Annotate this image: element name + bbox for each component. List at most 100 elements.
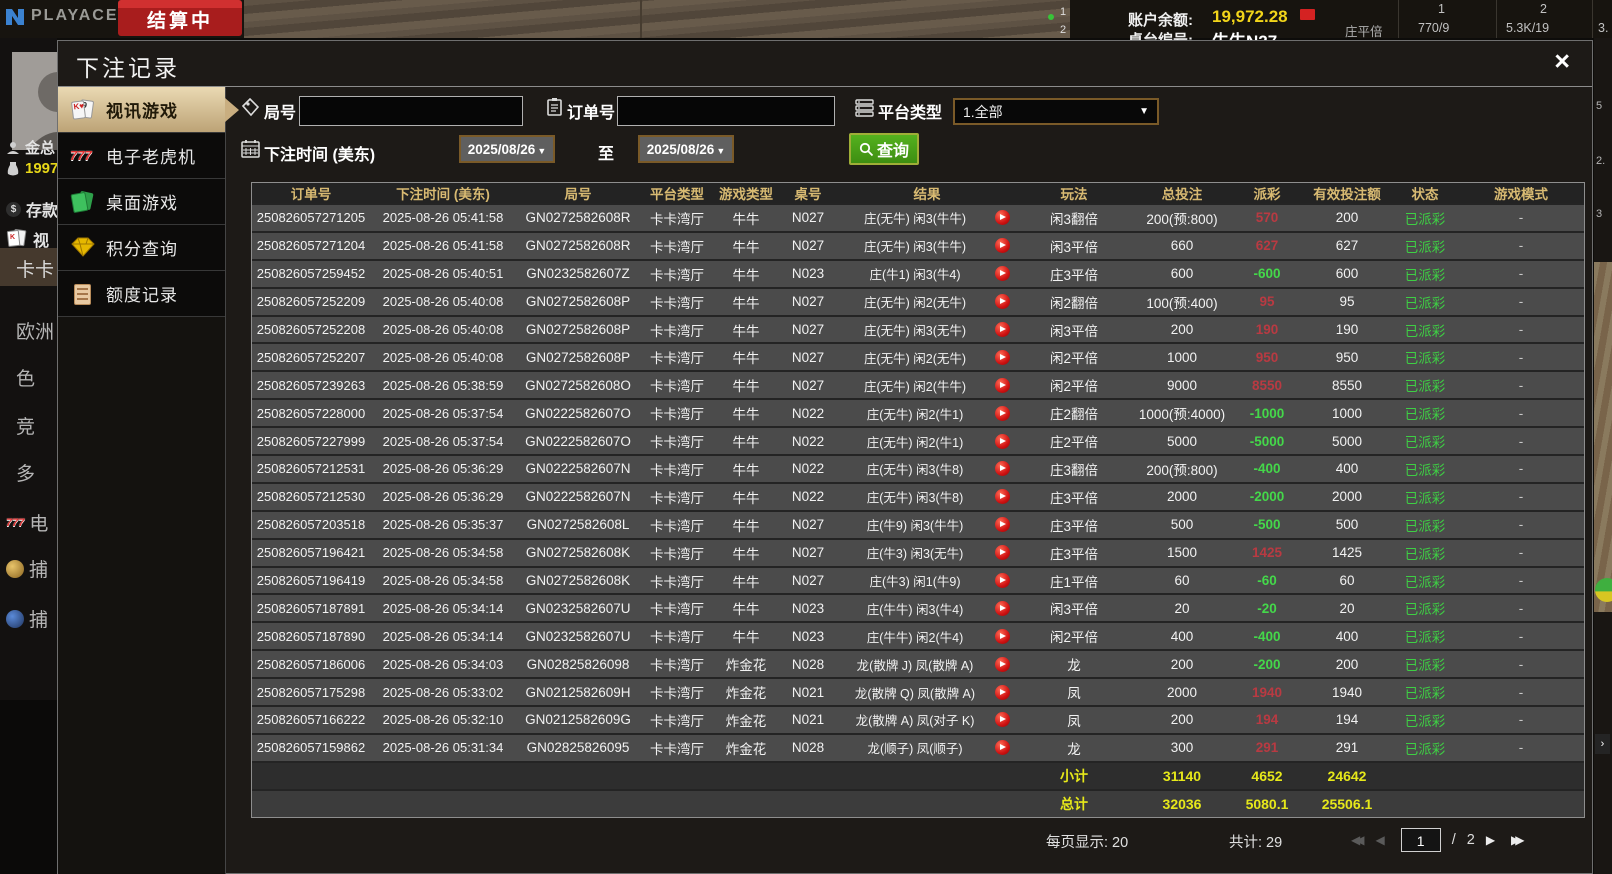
row-marker-2: 2	[1060, 24, 1066, 36]
cell-time: 2025-08-26 05:37:54	[370, 434, 516, 449]
cell-table_no: N027	[778, 378, 838, 393]
first-page-icon[interactable]: ◀◀	[1351, 833, 1364, 847]
cell-total_bet: 2000	[1132, 489, 1232, 504]
table-row: 2508260572035182025-08-26 05:35:37GN0272…	[252, 510, 1584, 538]
column-header: 桌号	[778, 183, 838, 203]
slots-icon: 777	[70, 144, 97, 168]
cell-order: 250826057252209	[252, 294, 370, 309]
order-label: 订单号	[567, 99, 615, 123]
cell-order: 250826057228000	[252, 406, 370, 421]
cell-play_type: 庄3平倍	[1016, 515, 1132, 535]
play-video-icon[interactable]	[995, 740, 1010, 755]
cell-total_bet: 600	[1132, 266, 1232, 281]
cell-order: 250826057196419	[252, 573, 370, 588]
menu-video-games[interactable]: 9 K♥ 视讯游戏	[58, 87, 225, 133]
cell-table_no: N023	[778, 266, 838, 281]
play-video-icon[interactable]	[995, 266, 1010, 281]
cell-game: 炸金花	[714, 654, 778, 674]
next-page-icon[interactable]: ▶	[1486, 833, 1500, 847]
play-video-icon[interactable]	[995, 517, 1010, 532]
cell-round: GN0232582607Z	[516, 266, 640, 281]
cell-mode: -	[1458, 601, 1584, 616]
cell-payout: 190	[1232, 322, 1302, 337]
prev-page-icon[interactable]: ◀	[1375, 833, 1389, 847]
platform-label: 平台类型	[878, 99, 942, 123]
cell-result: 庄(无牛) 闲2(牛牛)	[838, 376, 1016, 395]
column-header: 有效投注额	[1302, 183, 1392, 203]
play-video-icon[interactable]	[995, 601, 1010, 616]
play-video-icon[interactable]	[995, 629, 1010, 644]
cell-order: 250826057175298	[252, 685, 370, 700]
cell-valid_bet: 190	[1302, 322, 1392, 337]
play-video-icon[interactable]	[995, 406, 1010, 421]
menu-quota-records[interactable]: 额度记录	[58, 271, 225, 317]
menu-slots[interactable]: 777 电子老虎机	[58, 133, 225, 179]
cell-game: 牛牛	[714, 543, 778, 563]
cell-mode: -	[1458, 350, 1584, 365]
cell-result: 庄(无牛) 闲3(牛牛)	[838, 236, 1016, 255]
cell-payout: 8550	[1232, 378, 1302, 393]
play-video-icon[interactable]	[995, 350, 1010, 365]
order-input[interactable]	[617, 96, 835, 126]
cell-order: 250826057196421	[252, 545, 370, 560]
cell-total_bet: 9000	[1132, 378, 1232, 393]
cell-result: 庄(牛牛) 闲2(牛4)	[838, 627, 1016, 646]
cell-platform: 卡卡湾厅	[640, 208, 714, 228]
round-input[interactable]	[299, 96, 523, 126]
video-games-icon: 9 K♥	[70, 98, 97, 122]
play-video-icon[interactable]	[995, 685, 1010, 700]
cell-round: GN0222582607N	[516, 461, 640, 476]
cell-total_bet: 300	[1132, 740, 1232, 755]
play-video-icon[interactable]	[995, 210, 1010, 225]
menu-table-games[interactable]: 桌面游戏	[58, 179, 225, 225]
date-from-select[interactable]: 2025/08/26▼	[459, 135, 555, 163]
chevron-down-icon: ▼	[716, 146, 725, 156]
cell-mode: -	[1458, 685, 1584, 700]
last-page-icon[interactable]: ▶▶	[1511, 833, 1524, 847]
cell-mode: -	[1458, 434, 1584, 449]
play-video-icon[interactable]	[995, 712, 1010, 727]
play-video-icon[interactable]	[995, 461, 1010, 476]
cell-play_type: 闲2平倍	[1016, 375, 1132, 395]
cell-play_type: 庄2翻倍	[1016, 403, 1132, 423]
lobby-tab-fish1: 捕	[29, 555, 48, 582]
cell-result: 庄(牛3) 闲1(牛9)	[838, 571, 1016, 590]
play-video-icon[interactable]	[995, 434, 1010, 449]
cell-mode: -	[1458, 378, 1584, 393]
play-video-icon[interactable]	[995, 573, 1010, 588]
play-video-icon[interactable]	[995, 378, 1010, 393]
cell-payout: 570	[1232, 210, 1302, 225]
background-right-strip: 5 2. 3 ›	[1594, 38, 1612, 874]
platform-icon	[855, 98, 874, 117]
cell-order: 250826057259452	[252, 266, 370, 281]
column-header: 平台类型	[640, 183, 714, 203]
cell-status: 已派彩	[1392, 347, 1458, 367]
close-icon[interactable]: ×	[1554, 46, 1570, 77]
chevron-down-icon: ▼	[537, 146, 546, 156]
balance-value: 19,972.28	[1212, 7, 1288, 27]
menu-points-query[interactable]: 积分查询	[58, 225, 225, 271]
wood-texture-right	[1594, 262, 1612, 612]
money-bag-icon	[6, 161, 20, 176]
cell-status: 已派彩	[1392, 738, 1458, 758]
cell-platform: 卡卡湾厅	[640, 571, 714, 591]
play-video-icon[interactable]	[995, 545, 1010, 560]
cell-result: 庄(无牛) 闲3(牛8)	[838, 459, 1016, 478]
column-header: 下注时间 (美东)	[370, 183, 516, 203]
modal-title: 下注记录	[76, 49, 180, 83]
cell-status: 已派彩	[1392, 626, 1458, 646]
play-video-icon[interactable]	[995, 294, 1010, 309]
cell-order: 250826057271204	[252, 238, 370, 253]
cell-valid_bet: 8550	[1302, 378, 1392, 393]
diamond-icon	[70, 236, 97, 260]
play-video-icon[interactable]	[995, 322, 1010, 337]
platform-select[interactable]: 1.全部 ▼	[953, 98, 1159, 125]
date-to-select[interactable]: 2025/08/26▼	[638, 135, 734, 163]
cell-platform: 卡卡湾厅	[640, 431, 714, 451]
play-video-icon[interactable]	[995, 657, 1010, 672]
play-video-icon[interactable]	[995, 238, 1010, 253]
search-button[interactable]: 查询	[849, 133, 919, 165]
table-row: 2508260572712042025-08-26 05:41:58GN0272…	[252, 231, 1584, 259]
current-page-input[interactable]: 1	[1401, 828, 1441, 852]
play-video-icon[interactable]	[995, 489, 1010, 504]
